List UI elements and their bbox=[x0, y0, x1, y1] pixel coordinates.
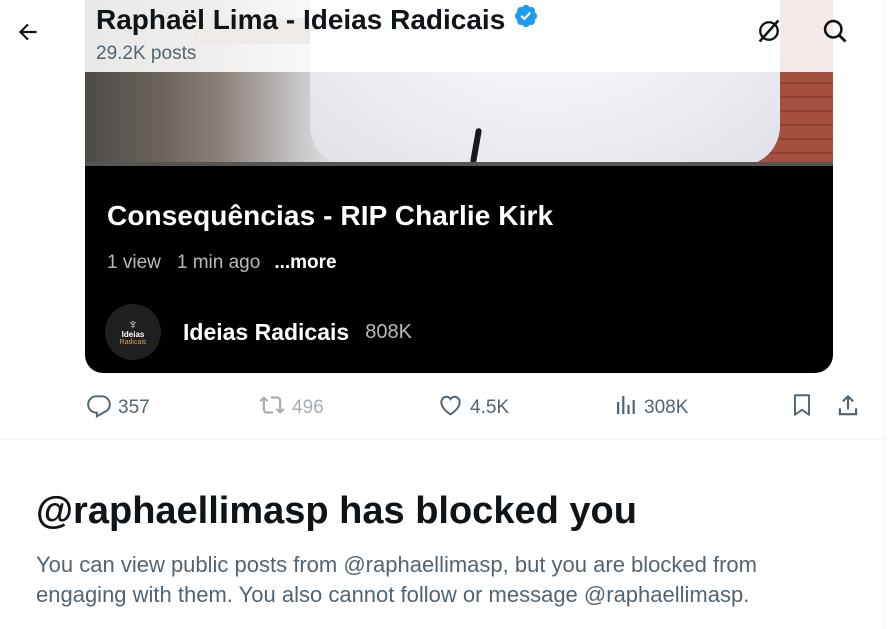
share-icon bbox=[835, 392, 861, 424]
share-button[interactable] bbox=[835, 390, 861, 426]
post-count: 29.2K posts bbox=[96, 43, 197, 64]
heart-icon bbox=[437, 392, 464, 424]
video-title[interactable]: Consequências - RIP Charlie Kirk bbox=[107, 200, 553, 232]
avatar-logo-subtext: Radicais bbox=[119, 339, 147, 346]
avatar-logo-text: Ideias bbox=[121, 330, 145, 339]
reply-icon bbox=[86, 392, 112, 424]
search-button[interactable] bbox=[818, 16, 852, 50]
bookmark-icon bbox=[789, 392, 815, 424]
reply-button[interactable]: 357 bbox=[86, 390, 150, 426]
repost-count: 496 bbox=[292, 397, 324, 418]
torch-icon: ♆ bbox=[127, 316, 139, 332]
repost-button[interactable]: 496 bbox=[258, 390, 324, 426]
profile-name: Raphaël Lima - Ideias Radicais bbox=[96, 3, 539, 36]
column-border bbox=[884, 0, 885, 629]
video-progress-bar[interactable] bbox=[85, 162, 833, 166]
video-view-count: 1 view bbox=[107, 252, 161, 273]
channel-row[interactable]: ♆ Ideias Radicais Ideias Radicais 808K bbox=[105, 304, 412, 360]
verified-badge-icon[interactable] bbox=[513, 3, 539, 36]
profile-name-text: Raphaël Lima - Ideias Radicais bbox=[96, 3, 506, 35]
more-link[interactable]: ...more bbox=[274, 252, 336, 274]
arrow-left-icon bbox=[15, 19, 41, 50]
profile-header: Raphaël Lima - Ideias Radicais 29.2K pos… bbox=[0, 0, 855, 72]
analytics-icon bbox=[614, 392, 638, 424]
blocked-description: You can view public posts from @raphaell… bbox=[36, 552, 757, 607]
video-meta: 1 view 1 min ago ...more bbox=[107, 252, 337, 274]
channel-avatar[interactable]: ♆ Ideias Radicais bbox=[105, 304, 161, 360]
search-icon bbox=[821, 17, 849, 50]
section-divider bbox=[0, 439, 884, 440]
channel-subscriber-count: 808K bbox=[365, 320, 412, 343]
views-button[interactable]: 308K bbox=[614, 390, 688, 426]
channel-name[interactable]: Ideias Radicais bbox=[183, 319, 349, 346]
repost-icon bbox=[258, 392, 286, 424]
bookmark-button[interactable] bbox=[789, 390, 815, 426]
post-action-bar: 357 496 4.5K 308K bbox=[0, 390, 884, 426]
blocked-title: @raphaellimasp has blocked you bbox=[36, 490, 637, 532]
views-count: 308K bbox=[644, 397, 689, 418]
like-button[interactable]: 4.5K bbox=[437, 390, 509, 426]
like-count: 4.5K bbox=[470, 397, 510, 418]
grok-icon bbox=[755, 17, 783, 50]
grok-button[interactable] bbox=[752, 16, 786, 50]
video-timestamp: 1 min ago bbox=[176, 252, 261, 273]
reply-count: 357 bbox=[118, 397, 150, 418]
back-button[interactable] bbox=[12, 18, 44, 50]
